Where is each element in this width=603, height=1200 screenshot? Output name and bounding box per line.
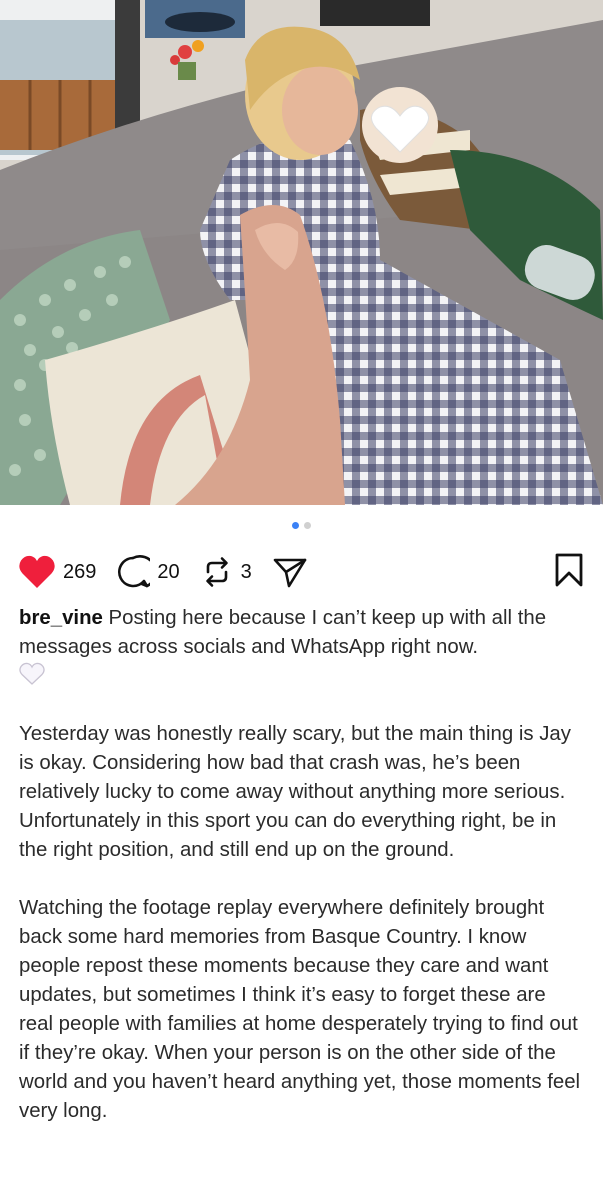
like-count: 269	[63, 560, 97, 583]
caption-paragraph-3: Watching the footage replay everywhere d…	[19, 897, 581, 1122]
white-heart-emoji-icon	[19, 662, 45, 685]
carousel-dot-active[interactable]	[292, 522, 299, 529]
post-caption: bre_vine Posting here because I can’t ke…	[19, 604, 585, 1155]
repost-icon	[205, 557, 228, 587]
like-button[interactable]: 269	[18, 555, 96, 589]
comment-count: 20	[157, 560, 180, 583]
heart-filled-icon	[19, 555, 55, 588]
comment-bubble-icon	[118, 555, 151, 588]
save-button[interactable]	[553, 552, 585, 593]
share-button[interactable]	[272, 555, 315, 589]
caption-paragraph-2: Yesterday was honestly really scary, but…	[19, 723, 571, 861]
carousel-indicator	[0, 522, 603, 529]
repost-button[interactable]: 3	[200, 555, 252, 589]
bookmark-icon	[555, 553, 583, 586]
comment-button[interactable]: 20	[116, 555, 180, 589]
post-actions-bar: 269 20 3	[18, 550, 585, 594]
post-photo[interactable]	[0, 0, 603, 505]
caption-username[interactable]: bre_vine	[19, 607, 103, 629]
caption-intro: bre_vine Posting here because I can’t ke…	[19, 604, 585, 691]
carousel-dot[interactable]	[304, 522, 311, 529]
repost-count: 3	[240, 560, 252, 583]
send-icon	[273, 558, 307, 588]
